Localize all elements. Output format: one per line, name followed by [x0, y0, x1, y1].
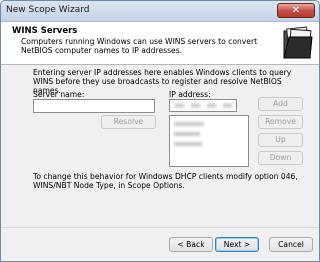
add-button[interactable]: Add [258, 97, 303, 111]
resolve-button[interactable]: Resolve [101, 115, 156, 129]
ip-address-label: IP address: [169, 90, 211, 99]
close-button[interactable]: ✕ [277, 3, 315, 18]
ip-address-input[interactable] [169, 99, 237, 112]
cancel-button[interactable]: Cancel [269, 237, 313, 252]
list-item[interactable] [174, 122, 204, 126]
list-item[interactable] [174, 142, 202, 146]
window-title: New Scope Wizard [6, 5, 90, 15]
wizard-header: WINS Servers Computers running Windows c… [1, 22, 319, 65]
wizard-folder-icon [283, 26, 313, 59]
page-title: WINS Servers [12, 26, 78, 36]
close-icon: ✕ [291, 5, 301, 16]
ip-address-list[interactable] [169, 115, 249, 167]
wizard-window: New Scope Wizard ✕ WINS Servers Computer… [0, 0, 320, 262]
page-description: Computers running Windows can use WINS s… [21, 37, 258, 55]
up-button[interactable]: Up [258, 133, 303, 147]
option-note: To change this behavior for Windows DHCP… [33, 172, 298, 190]
back-button[interactable]: < Back [169, 237, 213, 252]
down-button[interactable]: Down [258, 151, 303, 165]
title-bar[interactable]: New Scope Wizard ✕ [1, 1, 319, 22]
server-name-label: Server name: [33, 90, 85, 99]
footer-divider [1, 227, 319, 228]
remove-button[interactable]: Remove [258, 115, 303, 129]
next-button[interactable]: Next > [215, 237, 259, 252]
server-name-input[interactable] [33, 99, 155, 113]
list-item[interactable] [174, 132, 200, 136]
